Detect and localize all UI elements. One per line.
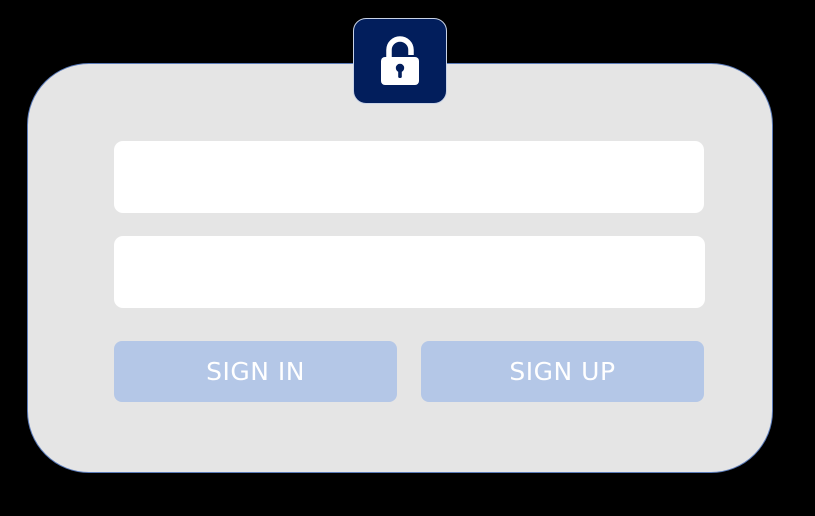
password-field[interactable] [114,236,705,308]
lock-icon [381,36,419,85]
sign-in-button[interactable]: SIGN IN [114,341,397,402]
login-screen: SIGN IN SIGN UP [0,0,815,516]
username-field[interactable] [114,141,704,213]
sign-up-label: SIGN UP [509,357,616,386]
sign-in-label: SIGN IN [206,357,305,386]
lock-badge [353,18,447,104]
sign-up-button[interactable]: SIGN UP [421,341,704,402]
